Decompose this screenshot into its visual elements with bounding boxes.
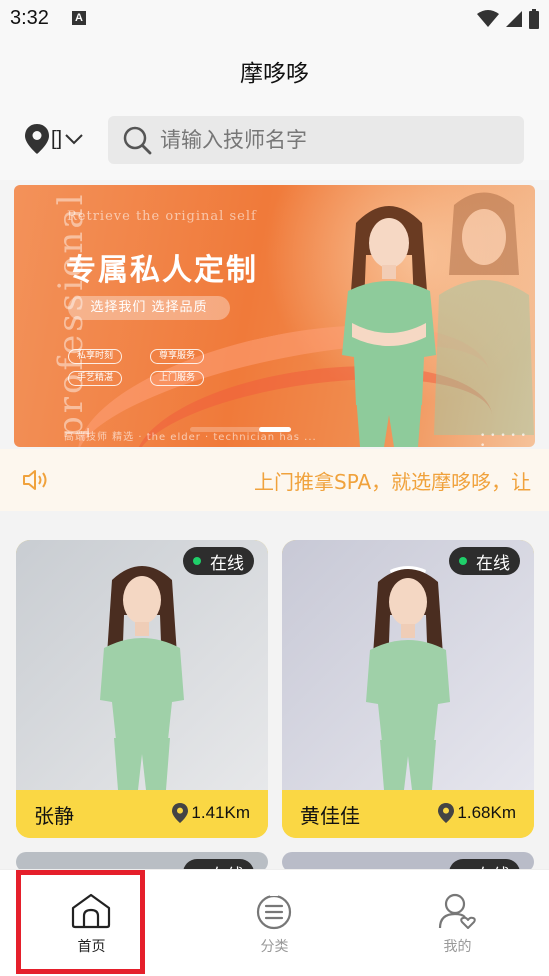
location-selector[interactable]: []: [25, 124, 84, 154]
banner-pill: 选择我们 选择品质: [68, 296, 230, 320]
category-icon: [256, 893, 292, 930]
banner-subtitle: Retrieve the original self: [67, 209, 257, 224]
profile-icon: [438, 893, 476, 929]
therapist-card-footer: 黄佳佳 1.68Km: [282, 790, 534, 838]
banner-tag: 上门服务: [150, 371, 205, 386]
online-status-label: 在线: [476, 553, 510, 574]
search-input[interactable]: [160, 128, 500, 152]
battery-icon: [529, 9, 539, 29]
therapist-distance-value: 1.68Km: [457, 803, 516, 822]
therapist-card[interactable]: 在线 黄佳佳 1.68Km: [282, 540, 534, 838]
chevron-down-icon: [65, 134, 83, 145]
promo-banner[interactable]: professional Retrieve the original self …: [14, 185, 535, 447]
status-icons: [477, 9, 539, 29]
announcement-text: 上门推拿SPA，就选摩哆哆，让: [254, 470, 532, 494]
therapist-distance: 1.41Km: [172, 803, 250, 823]
search-box[interactable]: [108, 116, 524, 164]
search-row: []: [0, 100, 549, 180]
therapist-distance-value: 1.41Km: [191, 803, 250, 822]
online-dot: [459, 557, 467, 565]
location-pin-icon: [172, 803, 189, 823]
banner-tag: 私享时刻: [68, 349, 123, 364]
location-pin-icon: [25, 124, 49, 154]
online-dot: [193, 557, 201, 565]
online-status-label: 在线: [210, 553, 244, 574]
tab-category-label: 分类: [260, 939, 289, 955]
online-status-badge: 在线: [449, 547, 520, 575]
banner-caption: 高端技师 精选 · the elder · technician has ...: [64, 432, 317, 443]
therapist-card-footer: 张静 1.41Km: [16, 790, 268, 838]
status-time: 3:32: [10, 7, 49, 29]
tab-profile[interactable]: 我的: [366, 870, 549, 976]
status-bar: 3:32 A: [0, 0, 549, 38]
therapist-photo: [16, 540, 268, 790]
banner-tag: 手艺精湛: [68, 371, 123, 386]
online-status-badge: 在线: [183, 547, 254, 575]
selection-highlight: [16, 870, 145, 974]
therapist-photo: [282, 540, 534, 790]
banner-headline: 专属私人定制: [66, 253, 258, 288]
location-value: []: [51, 127, 63, 150]
banner-tag: 尊享服务: [150, 349, 205, 364]
search-icon: [123, 126, 152, 155]
location-pin-icon: [438, 803, 455, 823]
therapist-name: 黄佳佳: [300, 804, 360, 828]
signal-icon: [506, 11, 522, 27]
speaker-icon: [23, 470, 47, 490]
banner-vertical-text: professional: [51, 191, 91, 438]
notification-icon: A: [72, 11, 86, 25]
app-header: 摩哆哆: [0, 38, 549, 100]
therapist-card[interactable]: 在线 张静 1.41Km: [16, 540, 268, 838]
therapist-distance: 1.68Km: [438, 803, 516, 823]
therapist-name: 张静: [34, 804, 74, 828]
banner-model-image: [342, 206, 436, 447]
wifi-icon: [477, 10, 499, 27]
tab-category[interactable]: 分类: [183, 870, 366, 976]
announcement-bar[interactable]: 上门推拿SPA，就选摩哆哆，让: [0, 449, 549, 511]
page-title: 摩哆哆: [240, 61, 309, 87]
tab-profile-label: 我的: [443, 939, 472, 955]
banner-dots: • • • • • •: [480, 431, 527, 447]
